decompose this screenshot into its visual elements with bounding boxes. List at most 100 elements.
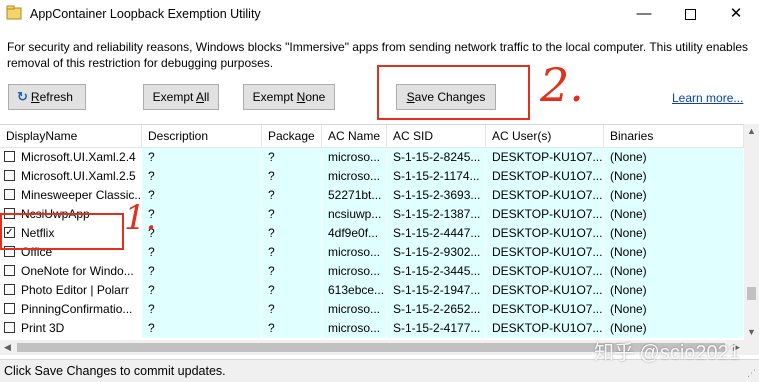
cell-binaries: (None) [604, 224, 744, 243]
column-header-ac-users[interactable]: AC User(s) [486, 125, 604, 147]
refresh-accel: R [30, 90, 40, 104]
cell-description: ? [142, 319, 262, 338]
scrollbar-corner [744, 340, 759, 355]
cell-description: ? [142, 243, 262, 262]
cell-ac-name: 52271bt... [322, 186, 387, 205]
row-name: OneNote for Windo... [21, 264, 134, 278]
cell-ac-name: microso... [322, 243, 387, 262]
row-checkbox[interactable] [4, 303, 15, 314]
cell-displayname: Minesweeper Classic... [0, 186, 142, 205]
row-checkbox[interactable] [4, 170, 15, 181]
cell-ac-name: microso... [322, 319, 387, 338]
cell-ac-name: microso... [322, 300, 387, 319]
cell-binaries: (None) [604, 262, 744, 281]
cell-ac-name: ncsiuwp... [322, 205, 387, 224]
row-name: PinningConfirmatio... [21, 302, 133, 316]
close-button[interactable]: ✕ [713, 0, 759, 30]
minimize-button[interactable]: — [621, 0, 667, 30]
annotation-step-1: 1. [124, 198, 157, 238]
cell-description: ? [142, 186, 262, 205]
column-header-ac-sid[interactable]: AC SID [387, 125, 486, 147]
exempt-none-label-pre: Exempt [252, 90, 297, 104]
cell-binaries: (None) [604, 243, 744, 262]
column-header-displayname[interactable]: DisplayName [0, 125, 142, 147]
refresh-button[interactable]: ↻ Refresh [8, 84, 86, 110]
table-row[interactable]: Microsoft.UI.Xaml.2.5 ? ? microso... S-1… [0, 167, 744, 186]
cell-package: ? [262, 148, 322, 167]
table-row[interactable]: Photo Editor | Polarr ? ? 613ebce... S-1… [0, 281, 744, 300]
cell-ac-sid: S-1-15-2-3445... [387, 262, 486, 281]
cell-package: ? [262, 224, 322, 243]
cell-ac-users: DESKTOP-KU1O7... [486, 243, 604, 262]
maximize-icon [684, 8, 696, 20]
cell-ac-users: DESKTOP-KU1O7... [486, 224, 604, 243]
cell-binaries: (None) [604, 148, 744, 167]
app-icon [6, 5, 22, 20]
row-checkbox[interactable] [4, 265, 15, 276]
row-checkbox[interactable] [4, 322, 15, 333]
cell-ac-users: DESKTOP-KU1O7... [486, 281, 604, 300]
exempt-none-label-rest: one [305, 90, 326, 104]
cell-package: ? [262, 262, 322, 281]
cell-ac-name: microso... [322, 167, 387, 186]
cell-ac-sid: S-1-15-2-9302... [387, 243, 486, 262]
annotation-box-netflix [0, 213, 124, 250]
vertical-scroll-thumb[interactable] [747, 287, 756, 300]
cell-ac-sid: S-1-15-2-4447... [387, 224, 486, 243]
exempt-none-button[interactable]: Exempt None [243, 84, 335, 110]
cell-ac-sid: S-1-15-2-3693... [387, 186, 486, 205]
cell-displayname: Microsoft.UI.Xaml.2.5 [0, 167, 142, 186]
row-checkbox[interactable] [4, 189, 15, 200]
title-bar: AppContainer Loopback Exemption Utility … [0, 0, 759, 30]
maximize-button[interactable] [667, 0, 713, 30]
column-header-package[interactable]: Package [262, 125, 322, 147]
table-row[interactable]: PinningConfirmatio... ? ? microso... S-1… [0, 300, 744, 319]
cell-ac-sid: S-1-15-2-8245... [387, 148, 486, 167]
cell-package: ? [262, 205, 322, 224]
cell-description: ? [142, 262, 262, 281]
cell-binaries: (None) [604, 167, 744, 186]
cell-displayname: Microsoft.UI.Xaml.2.4 [0, 148, 142, 167]
cell-displayname: Print 3D [0, 319, 142, 338]
cell-ac-name: microso... [322, 262, 387, 281]
annotation-step-2: 2. [540, 58, 584, 112]
grid-header: DisplayName Description Package AC Name … [0, 125, 744, 148]
table-row[interactable]: Microsoft.UI.Xaml.2.4 ? ? microso... S-1… [0, 148, 744, 167]
window-title: AppContainer Loopback Exemption Utility [30, 7, 261, 21]
cell-package: ? [262, 243, 322, 262]
cell-package: ? [262, 186, 322, 205]
learn-more-link[interactable]: Learn more... [672, 91, 743, 105]
cell-package: ? [262, 167, 322, 186]
scroll-down-icon[interactable]: ▼ [744, 325, 759, 340]
table-row[interactable]: Minesweeper Classic... ? ? 52271bt... S-… [0, 186, 744, 205]
table-row[interactable]: OneNote for Windo... ? ? microso... S-1-… [0, 262, 744, 281]
cell-ac-sid: S-1-15-2-4177... [387, 319, 486, 338]
cell-ac-sid: S-1-15-2-1387... [387, 205, 486, 224]
status-text: Click Save Changes to commit updates. [4, 364, 226, 378]
cell-description: ? [142, 205, 262, 224]
scroll-left-icon[interactable]: ◀ [0, 340, 15, 355]
column-header-description[interactable]: Description [142, 125, 262, 147]
row-checkbox[interactable] [4, 151, 15, 162]
cell-description: ? [142, 167, 262, 186]
close-icon: ✕ [729, 5, 743, 22]
cell-ac-users: DESKTOP-KU1O7... [486, 300, 604, 319]
row-name: Microsoft.UI.Xaml.2.4 [21, 150, 136, 164]
cell-description: ? [142, 224, 262, 243]
exempt-all-button[interactable]: Exempt All [143, 84, 219, 110]
row-name: Microsoft.UI.Xaml.2.5 [21, 169, 136, 183]
row-name: Photo Editor | Polarr [21, 283, 129, 297]
cell-ac-users: DESKTOP-KU1O7... [486, 167, 604, 186]
column-header-ac-name[interactable]: AC Name [322, 125, 387, 147]
cell-ac-users: DESKTOP-KU1O7... [486, 205, 604, 224]
scroll-up-icon[interactable]: ▲ [744, 124, 759, 139]
cell-displayname: Photo Editor | Polarr [0, 281, 142, 300]
cell-description: ? [142, 300, 262, 319]
column-header-binaries[interactable]: Binaries [604, 125, 744, 147]
vertical-scrollbar[interactable]: ▲ ▼ [744, 124, 759, 340]
resize-grip-icon[interactable]: ⋰ [747, 368, 756, 379]
annotation-box-save [377, 65, 530, 120]
row-checkbox[interactable] [4, 284, 15, 295]
cell-binaries: (None) [604, 300, 744, 319]
cell-ac-sid: S-1-15-2-2652... [387, 300, 486, 319]
